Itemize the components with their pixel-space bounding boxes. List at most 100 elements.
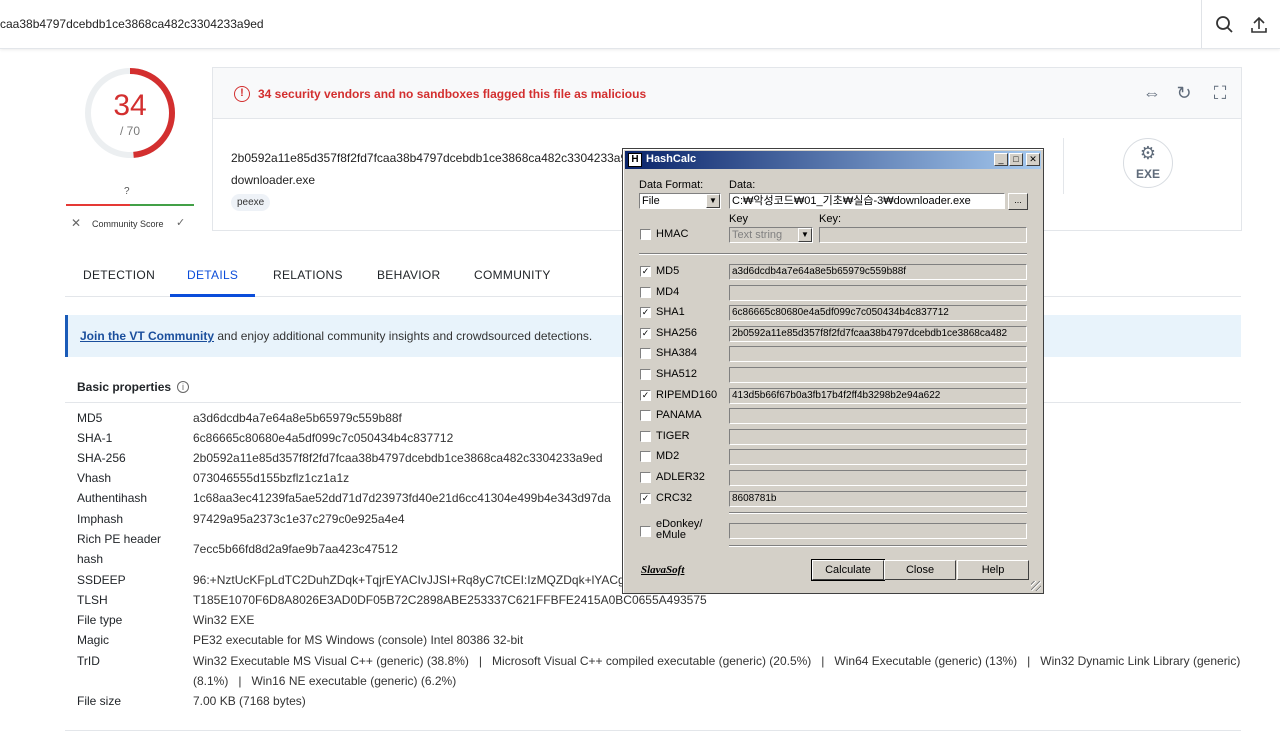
compare-icon[interactable]: ⇔	[1141, 83, 1163, 105]
tiger-value	[729, 429, 1027, 445]
help-button[interactable]: Help	[957, 560, 1029, 580]
prop-value-trid: Win32 Executable MS Visual C++ (generic)…	[193, 654, 1241, 668]
tab-community[interactable]: COMMUNITY	[474, 268, 551, 282]
data-path-input[interactable]: C:₩악성코드₩01_기초₩실습-3₩downloader.exe	[729, 193, 1005, 209]
join-community-link[interactable]: Join the VT Community	[80, 329, 214, 343]
hashcalc-window: H HashCalc _ □ ✕ Data Format: File ▼ Dat…	[622, 148, 1044, 594]
adler32-label: ADLER32	[656, 471, 705, 483]
data-format-value: File	[642, 195, 660, 207]
engines-total: / 70	[119, 124, 140, 138]
sha512-checkbox[interactable]	[640, 369, 651, 380]
community-score-bar	[66, 204, 194, 206]
panama-checkbox[interactable]	[640, 410, 651, 421]
ripemd160-label: RIPEMD160	[656, 389, 718, 401]
prop-value-authentihash: 1c68aa3ec41239fa5ae52dd71d7d23973fd40e21…	[193, 491, 611, 505]
banner-text: Join the VT Community and enjoy addition…	[80, 329, 592, 343]
ripemd160-value: 413d5b66f67b0a3fb17b4f2ff4b3298b2e94a622	[729, 388, 1027, 404]
resize-grip[interactable]	[1031, 581, 1041, 591]
close-button[interactable]: Close	[884, 560, 956, 580]
tab-details[interactable]: DETAILS	[187, 268, 238, 282]
minimize-button[interactable]: _	[994, 153, 1008, 166]
key-label: Key:	[819, 213, 842, 225]
crc32-value: 8608781b	[729, 491, 1027, 507]
search-query-input[interactable]: caa38b4797dcebdb1ce3868ca482c3304233a9ed	[0, 17, 264, 31]
sha384-checkbox[interactable]	[640, 348, 651, 359]
sha256-value: 2b0592a11e85d357f8f2fd7fcaa38b4797dcebdb…	[729, 326, 1027, 342]
prop-value-sha1: 6c86665c80680e4a5df099c7c050434b4c837712	[193, 431, 454, 445]
dropdown-arrow-icon: ▼	[798, 228, 812, 242]
divider	[65, 730, 1241, 731]
hashcalc-logo-icon: H	[628, 153, 642, 167]
edonkey-label-line2: eMule	[656, 529, 686, 541]
md4-checkbox[interactable]	[640, 287, 651, 298]
detection-score-gauge: 34 / 70	[84, 67, 176, 159]
info-icon[interactable]: i	[177, 381, 189, 393]
prop-label: Imphash	[77, 512, 124, 526]
alert-text: 34 security vendors and no sandboxes fla…	[258, 87, 647, 101]
sha256-label: SHA256	[656, 327, 697, 339]
divider	[1063, 138, 1064, 194]
sha256-checkbox[interactable]: ✓	[640, 328, 651, 339]
sha512-label: SHA512	[656, 368, 697, 380]
md2-checkbox[interactable]	[640, 451, 651, 462]
sha384-value	[729, 346, 1027, 362]
prop-label: MD5	[77, 411, 103, 425]
md4-label: MD4	[656, 286, 680, 298]
vote-malicious-icon[interactable]: ✕	[71, 216, 81, 230]
sha384-label: SHA384	[656, 347, 697, 359]
sha512-value	[729, 367, 1027, 383]
file-tag[interactable]: peexe	[231, 194, 271, 211]
file-name: downloader.exe	[231, 173, 316, 187]
tiger-checkbox[interactable]	[640, 431, 651, 442]
prop-label: Vhash	[77, 471, 112, 485]
prop-value-sha256: 2b0592a11e85d357f8f2fd7fcaa38b4797dcebdb…	[193, 451, 603, 465]
hashcalc-title: HashCalc	[646, 153, 697, 165]
search-icon[interactable]	[1212, 12, 1238, 38]
tab-behavior[interactable]: BEHAVIOR	[377, 268, 441, 282]
close-window-button[interactable]: ✕	[1026, 153, 1040, 166]
graph-icon[interactable]: ⛶	[1209, 83, 1231, 105]
key-format-select: Text string ▼	[729, 227, 813, 243]
calculate-button[interactable]: Calculate	[811, 559, 885, 581]
tab-detection[interactable]: DETECTION	[83, 268, 155, 282]
alert-icon: !	[234, 86, 250, 102]
prop-label: SHA-1	[77, 431, 113, 445]
data-label: Data:	[729, 179, 756, 191]
file-type-label: EXE	[1135, 167, 1160, 181]
slavasoft-logo[interactable]: SlavaSoft	[641, 564, 684, 576]
banner-message: and enjoy additional community insights …	[214, 329, 593, 343]
community-score-value: ?	[124, 186, 130, 197]
data-format-select[interactable]: File ▼	[639, 193, 721, 209]
hashcalc-titlebar[interactable]: H HashCalc _ □ ✕	[625, 151, 1041, 169]
prop-value-md5: a3d6dcdb4a7e64a8e5b65979c559b88f	[193, 411, 402, 425]
md4-value	[729, 285, 1027, 301]
upload-icon[interactable]	[1246, 12, 1272, 38]
edonkey-checkbox[interactable]	[640, 526, 651, 537]
md5-checkbox[interactable]: ✓	[640, 266, 651, 277]
tab-relations[interactable]: RELATIONS	[273, 268, 343, 282]
key-input	[819, 227, 1027, 243]
prop-label: Magic	[77, 633, 110, 647]
crc32-checkbox[interactable]: ✓	[640, 493, 651, 504]
hmac-checkbox[interactable]	[640, 229, 651, 240]
adler32-checkbox[interactable]	[640, 472, 651, 483]
dropdown-arrow-icon[interactable]: ▼	[706, 194, 720, 208]
reanalyze-icon[interactable]: ↻	[1173, 83, 1195, 105]
prop-label: Authentihash	[77, 491, 148, 505]
divider	[639, 253, 1027, 255]
prop-value-magic: PE32 executable for MS Windows (console)…	[193, 633, 524, 647]
maximize-button[interactable]: □	[1009, 153, 1023, 166]
prop-value-ssdeep: 96:+NztUcKFpLdTC2DuhZDqk+TqjrEYACIvJJSI+…	[193, 573, 625, 587]
panama-value	[729, 408, 1027, 424]
search-bar: caa38b4797dcebdb1ce3868ca482c3304233a9ed	[0, 0, 1280, 49]
key-format-value: Text string	[732, 229, 783, 241]
sha1-checkbox[interactable]: ✓	[640, 307, 651, 318]
prop-value-file-size: 7.00 KB (7168 bytes)	[193, 694, 306, 708]
data-format-label: Data Format:	[639, 179, 704, 191]
vote-harmless-icon[interactable]: ✓	[176, 216, 185, 229]
ripemd160-checkbox[interactable]: ✓	[640, 390, 651, 401]
prop-label: SSDEEP	[77, 573, 126, 587]
prop-value-file-type: Win32 EXE	[193, 613, 255, 627]
browse-button[interactable]: ...	[1008, 193, 1028, 210]
prop-label: Rich PE header	[77, 532, 162, 546]
